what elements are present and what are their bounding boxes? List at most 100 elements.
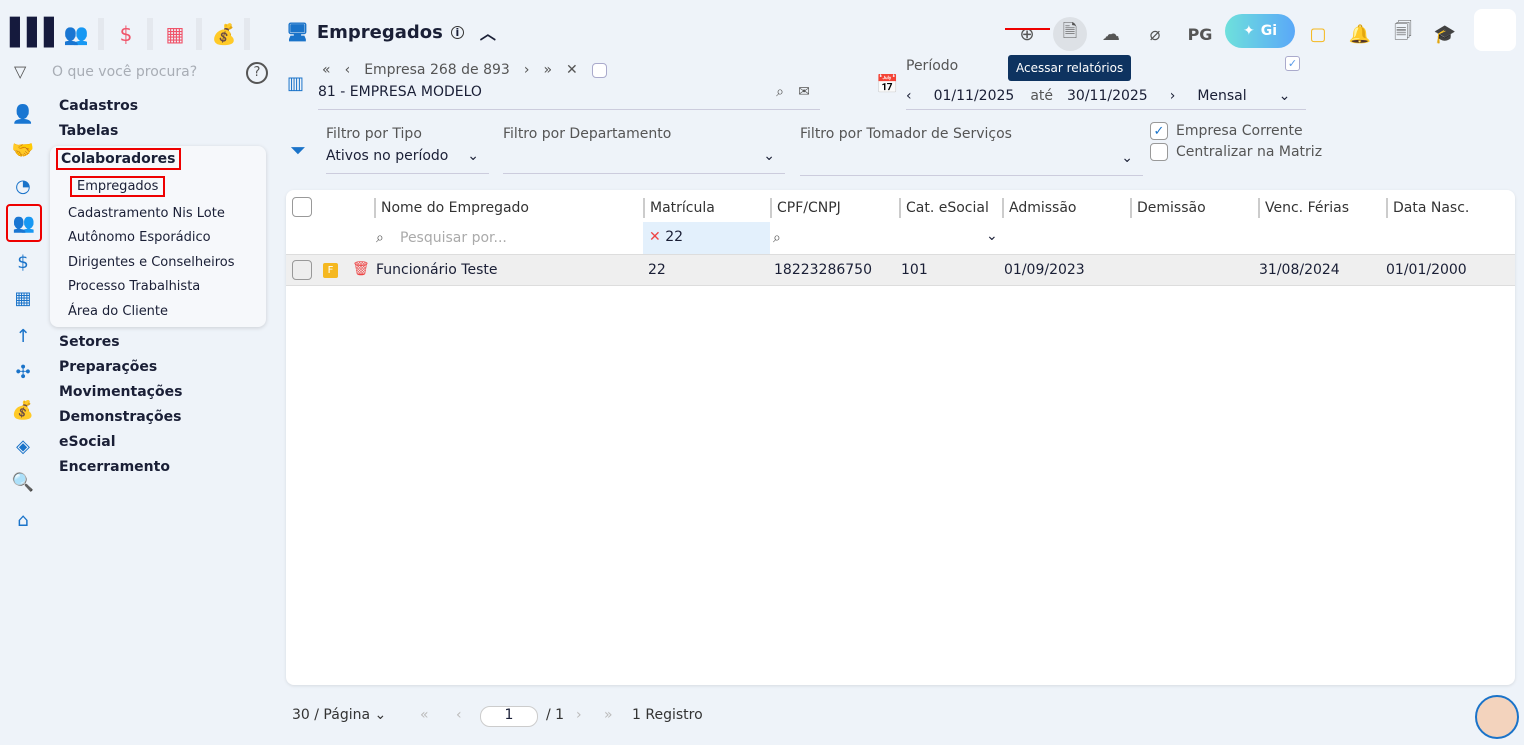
trash-icon[interactable]: 🗑: [352, 261, 370, 277]
close-icon[interactable]: ✕: [566, 62, 578, 78]
tomador-filter-select[interactable]: ⌄: [800, 148, 1143, 176]
last-icon[interactable]: »: [543, 62, 552, 78]
clock-icon[interactable]: ◔: [8, 172, 38, 200]
tomador-filter-label: Filtro por Tomador de Serviços: [800, 126, 1012, 142]
prev-page-icon[interactable]: ‹: [456, 707, 462, 723]
prev-icon[interactable]: ‹: [345, 62, 351, 78]
chevron-down-icon[interactable]: ⌄: [986, 228, 998, 244]
dollar-circle-icon[interactable]: $: [8, 248, 38, 276]
col-cat[interactable]: Cat. eSocial: [899, 198, 989, 218]
submenu-empregados[interactable]: Empregados: [70, 176, 166, 197]
pg-button[interactable]: PG: [1183, 17, 1217, 51]
centralizar-checkbox[interactable]: [1150, 143, 1168, 161]
table-row[interactable]: F 🗑 Funcionário Teste 22 18223286750 101…: [286, 254, 1515, 286]
col-matricula[interactable]: Matrícula: [643, 198, 715, 218]
document-search-icon[interactable]: 🗐: [1386, 17, 1420, 51]
bell-icon[interactable]: 🔔: [1343, 17, 1377, 51]
gi-assistant-button[interactable]: ✦ Gi: [1225, 14, 1295, 48]
period-until: até: [1030, 87, 1053, 104]
submenu-processo[interactable]: Processo Trabalhista: [68, 279, 200, 294]
chevron-up-icon[interactable]: ︿: [480, 20, 496, 44]
user-avatar[interactable]: [1474, 9, 1516, 51]
people-icon[interactable]: 👥: [56, 18, 96, 50]
money-bag-icon[interactable]: 💰: [204, 18, 244, 50]
next-page-icon[interactable]: ›: [576, 707, 582, 723]
nav-preparacoes[interactable]: Preparações: [59, 359, 157, 375]
next-icon[interactable]: ›: [524, 62, 530, 78]
centralizar-option[interactable]: Centralizar na Matriz: [1150, 143, 1322, 161]
network-icon[interactable]: ✣: [8, 358, 38, 386]
assistant-avatar[interactable]: [1475, 695, 1519, 739]
last-page-icon[interactable]: »: [604, 707, 613, 723]
nav-setores[interactable]: Setores: [59, 334, 120, 350]
record-count: 1 Registro: [632, 707, 703, 723]
page-input[interactable]: 1: [480, 706, 538, 727]
col-demissao[interactable]: Demissão: [1130, 198, 1206, 218]
search-icon[interactable]: ⌕: [776, 84, 784, 100]
nav-movimentacoes[interactable]: Movimentações: [59, 384, 182, 400]
graduation-cap-icon[interactable]: 🎓: [1428, 17, 1462, 51]
nav-cadastros[interactable]: Cadastros: [59, 98, 138, 114]
page-size-select[interactable]: 30 / Página ⌄: [292, 707, 386, 723]
tipo-filter-select[interactable]: Ativos no período ⌄: [326, 148, 489, 174]
user-gear-icon[interactable]: 👤: [8, 100, 38, 128]
broom-icon[interactable]: ⌀: [1138, 17, 1172, 51]
nav-colaboradores[interactable]: Colaboradores: [56, 148, 181, 170]
matricula-filter-input[interactable]: ✕ 22: [643, 222, 770, 254]
submenu-area-cliente[interactable]: Área do Cliente: [68, 304, 168, 319]
note-icon[interactable]: ▢: [1301, 17, 1335, 51]
nav-encerramento[interactable]: Encerramento: [59, 459, 170, 475]
add-circle-icon[interactable]: ⊕: [1010, 17, 1044, 51]
col-nome[interactable]: Nome do Empregado: [374, 198, 529, 218]
period-checkbox[interactable]: ✓: [1285, 56, 1300, 71]
page-title-bar: 🖥 Empregados i ︿: [286, 20, 496, 44]
search-icon[interactable]: 🔍: [8, 468, 38, 496]
money-bag-icon[interactable]: 💰: [8, 396, 38, 424]
select-all-checkbox[interactable]: [292, 197, 312, 217]
mail-icon[interactable]: ✉: [798, 84, 810, 100]
col-cpf[interactable]: CPF/CNPJ: [770, 198, 841, 218]
company-field[interactable]: 81 - EMPRESA MODELO ⌕ ✉: [318, 84, 820, 110]
nav-demonstracoes[interactable]: Demonstrações: [59, 409, 181, 425]
period-prev-icon[interactable]: ‹: [906, 88, 912, 104]
col-admissao[interactable]: Admissão: [1002, 198, 1076, 218]
gi-label: Gi: [1260, 23, 1278, 39]
period-mode-select[interactable]: Mensal: [1197, 88, 1246, 104]
empresa-corrente-option[interactable]: ✓ Empresa Corrente: [1150, 122, 1303, 140]
menu-search-input[interactable]: O que você procura?: [52, 64, 197, 80]
nome-search-input[interactable]: Pesquisar por...: [400, 230, 507, 246]
submenu-dirigentes[interactable]: Dirigentes e Conselheiros: [68, 255, 235, 270]
period-start[interactable]: 01/11/2025: [934, 88, 1015, 104]
clear-icon[interactable]: ✕: [649, 229, 661, 245]
dollar-icon[interactable]: $: [106, 18, 146, 50]
cloud-upload-icon[interactable]: ☁: [1094, 17, 1128, 51]
nav-esocial[interactable]: eSocial: [59, 434, 116, 450]
chevron-down-icon: ⌄: [467, 148, 479, 164]
first-icon[interactable]: «: [322, 62, 331, 78]
arrow-up-icon[interactable]: ↑: [8, 322, 38, 350]
row-checkbox[interactable]: [292, 260, 312, 280]
first-page-icon[interactable]: «: [420, 707, 429, 723]
home-icon[interactable]: ⌂: [8, 506, 38, 534]
calculator-icon[interactable]: ▦: [155, 18, 195, 50]
filter-icon[interactable]: ▽: [14, 62, 26, 81]
departamento-filter-select[interactable]: ⌄: [503, 148, 785, 174]
help-icon[interactable]: ?: [246, 62, 268, 84]
submenu-cadastramento[interactable]: Cadastramento Nis Lote: [68, 206, 225, 221]
chevron-down-icon[interactable]: ⌄: [1279, 88, 1291, 104]
submenu-autonomo[interactable]: Autônomo Esporádico: [68, 230, 211, 245]
collaborators-icon[interactable]: 👥: [6, 204, 42, 242]
nav-tabelas[interactable]: Tabelas: [59, 123, 118, 139]
layers-icon[interactable]: ◈: [8, 432, 38, 460]
cell-admissao: 01/09/2023: [1004, 262, 1085, 278]
report-document-icon[interactable]: 🗎: [1053, 17, 1087, 51]
info-icon[interactable]: i: [450, 25, 464, 39]
period-end[interactable]: 30/11/2025: [1067, 88, 1148, 104]
col-ferias[interactable]: Venc. Férias: [1258, 198, 1349, 218]
col-nasc[interactable]: Data Nasc.: [1386, 198, 1469, 218]
handshake-icon[interactable]: 🤝: [8, 136, 38, 164]
company-checkbox[interactable]: [591, 62, 607, 78]
period-next-icon[interactable]: ›: [1170, 88, 1176, 104]
empresa-corrente-checkbox[interactable]: ✓: [1150, 122, 1168, 140]
calculator-icon[interactable]: ▦: [8, 284, 38, 312]
